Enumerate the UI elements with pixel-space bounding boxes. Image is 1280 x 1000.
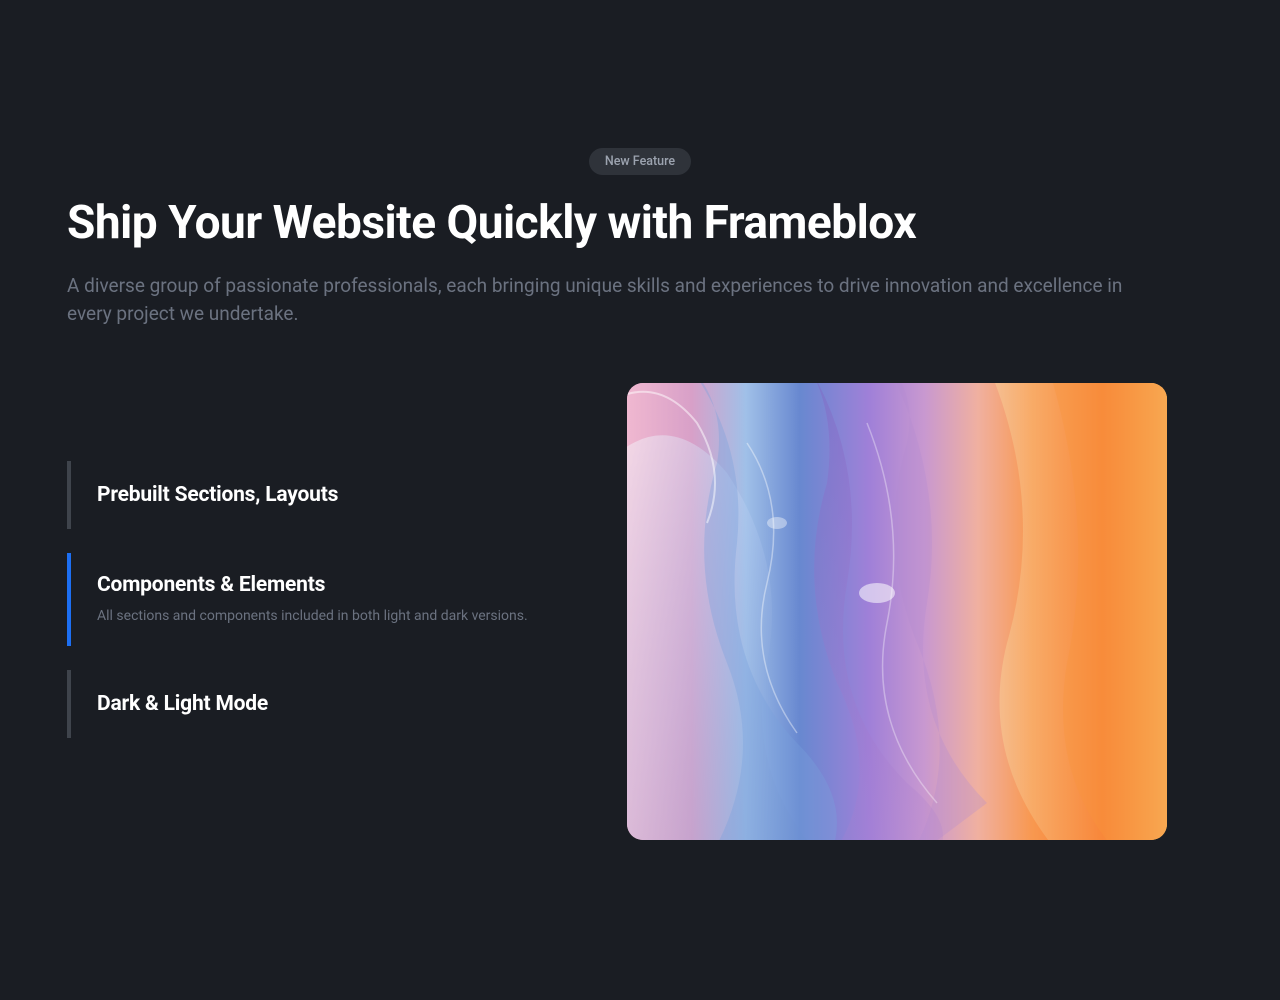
badge-wrapper: New Feature [67, 148, 1213, 175]
feature-dark-light-mode[interactable]: Dark & Light Mode [67, 670, 567, 738]
image-column [627, 383, 1213, 840]
page-container: New Feature Ship Your Website Quickly wi… [0, 0, 1280, 840]
feature-title: Dark & Light Mode [97, 692, 567, 716]
feature-title: Components & Elements [97, 573, 567, 597]
page-subheadline: A diverse group of passionate profession… [67, 272, 1167, 329]
feature-title: Prebuilt Sections, Layouts [97, 483, 567, 507]
feature-prebuilt-sections[interactable]: Prebuilt Sections, Layouts [67, 461, 567, 529]
abstract-image [627, 383, 1167, 840]
features-column: Prebuilt Sections, Layouts Components & … [67, 383, 567, 840]
feature-components-elements[interactable]: Components & Elements All sections and c… [67, 553, 567, 647]
page-headline: Ship Your Website Quickly with Frameblox [67, 197, 1213, 250]
new-feature-badge: New Feature [589, 148, 691, 175]
content-row: Prebuilt Sections, Layouts Components & … [67, 383, 1213, 840]
feature-description: All sections and components included in … [97, 607, 567, 627]
